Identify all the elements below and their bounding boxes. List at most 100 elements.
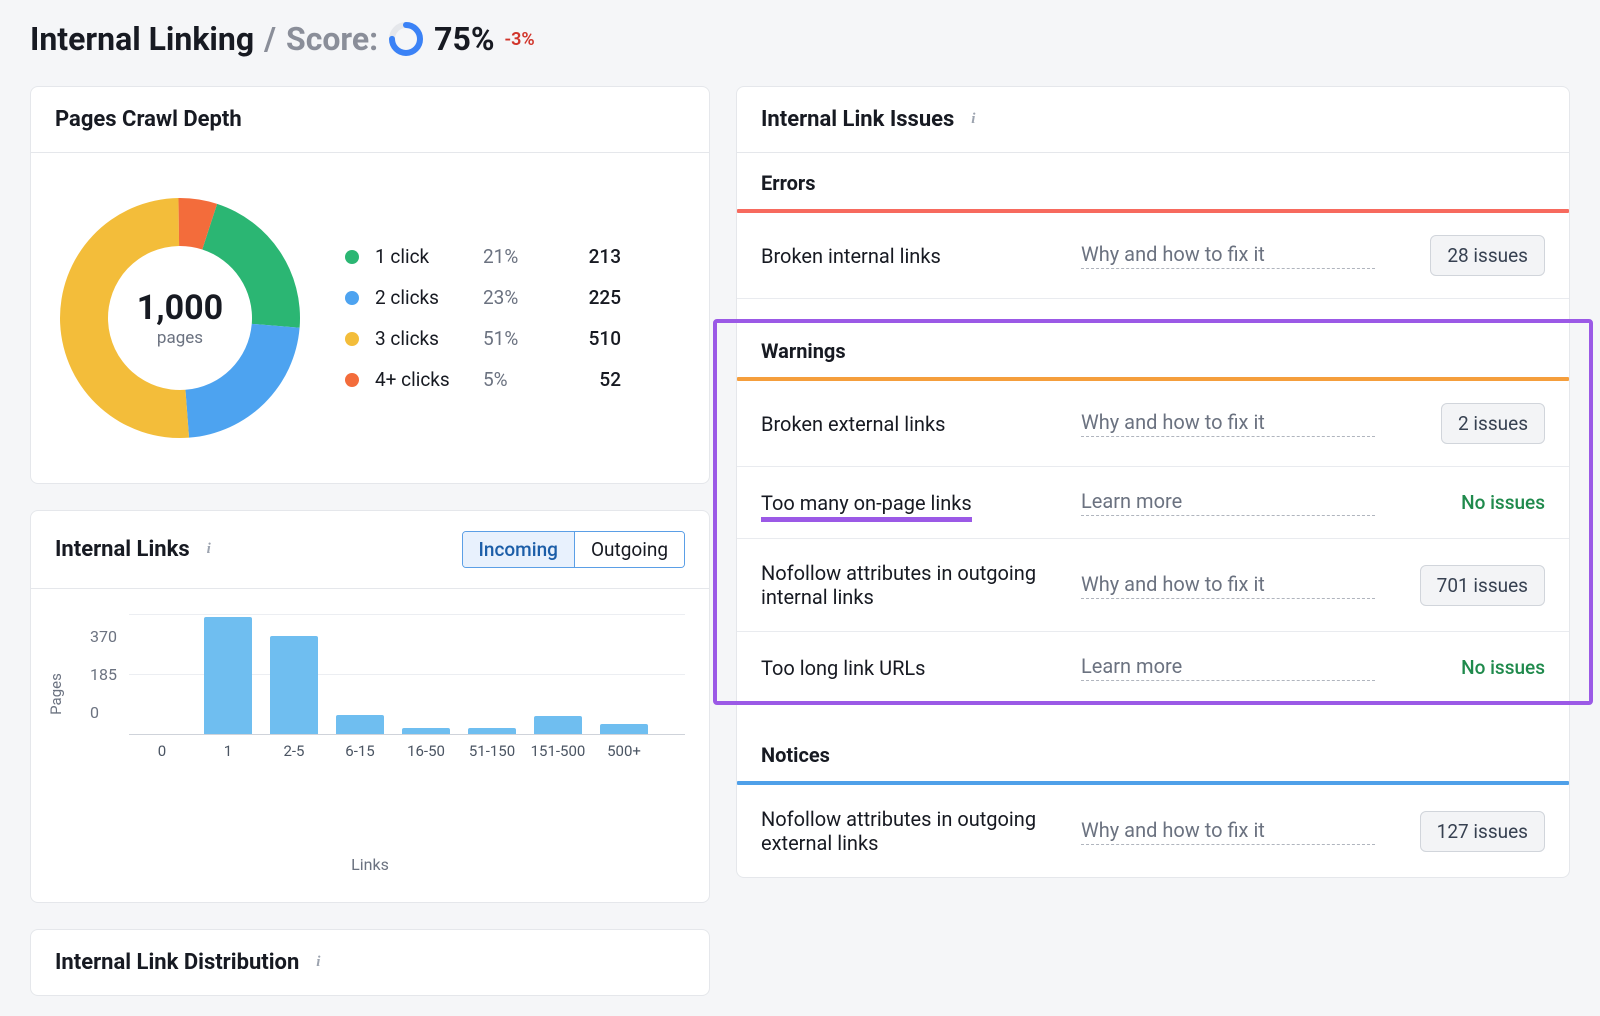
bar-col[interactable]: 6-15 — [327, 615, 393, 734]
bar-col[interactable]: 0 — [129, 615, 195, 734]
bar-col[interactable]: 2-5 — [261, 615, 327, 734]
legend-dot-icon — [345, 291, 359, 305]
page-title: Internal Linking — [30, 20, 254, 58]
issue-count-button[interactable]: 28 issues — [1430, 235, 1545, 276]
errors-section-title: Errors — [737, 153, 1569, 209]
y-tick: 0 — [90, 693, 117, 731]
issue-hint-link[interactable]: Why and how to fix it — [1081, 410, 1375, 437]
bar-col[interactable]: 1 — [195, 615, 261, 734]
legend-percent: 5% — [483, 368, 553, 391]
crawl-depth-legend: 1 click 21% 213 2 clicks 23% 225 3 click… — [345, 245, 621, 391]
legend-item[interactable]: 1 click 21% 213 — [345, 245, 621, 268]
title-divider: / — [264, 20, 276, 58]
issue-hint-link[interactable]: Learn more — [1081, 489, 1375, 516]
score-ring-icon — [388, 21, 424, 57]
donut-total-label: pages — [137, 328, 223, 348]
internal-links-card: Internal Links i Incoming Outgoing Pages… — [30, 510, 710, 903]
internal-link-distribution-card: Internal Link Distribution i — [30, 929, 710, 996]
issue-name[interactable]: Too long link URLs — [761, 656, 1061, 680]
bar-category-label: 500+ — [607, 742, 641, 760]
warnings-highlight-box: Warnings Broken external links Why and h… — [715, 321, 1591, 703]
bar — [402, 728, 450, 734]
y-tick: 185 — [90, 655, 117, 693]
issue-hint-link[interactable]: Why and how to fix it — [1081, 818, 1375, 845]
bar-col[interactable]: 51-150 — [459, 615, 525, 734]
legend-percent: 21% — [483, 245, 553, 268]
legend-label: 2 clicks — [375, 286, 475, 309]
no-issues-label: No issues — [1461, 656, 1545, 679]
internal-link-issues-card: Internal Link Issues i Errors Broken int… — [736, 86, 1570, 878]
issue-row: Nofollow attributes in outgoing external… — [737, 785, 1569, 877]
legend-count: 225 — [561, 286, 621, 309]
legend-count: 510 — [561, 327, 621, 350]
issue-row: Nofollow attributes in outgoing internal… — [737, 539, 1569, 632]
bar — [468, 728, 516, 734]
issue-hint-link[interactable]: Why and how to fix it — [1081, 572, 1375, 599]
tab-incoming[interactable]: Incoming — [463, 532, 574, 567]
info-icon[interactable]: i — [200, 541, 218, 559]
tab-outgoing[interactable]: Outgoing — [574, 532, 684, 567]
bar-col[interactable]: 16-50 — [393, 615, 459, 734]
issue-hint-link[interactable]: Why and how to fix it — [1081, 242, 1375, 269]
issue-count-button[interactable]: 127 issues — [1420, 811, 1545, 852]
issue-name[interactable]: Broken internal links — [761, 244, 1061, 268]
legend-label: 4+ clicks — [375, 368, 475, 391]
legend-dot-icon — [345, 250, 359, 264]
issue-name[interactable]: Nofollow attributes in outgoing external… — [761, 807, 1061, 855]
info-icon[interactable]: i — [309, 954, 327, 972]
legend-percent: 51% — [483, 327, 553, 350]
issue-name[interactable]: Broken external links — [761, 412, 1061, 436]
issue-row: Broken internal links Why and how to fix… — [737, 213, 1569, 299]
issues-title: Internal Link Issues — [761, 107, 954, 132]
legend-percent: 23% — [483, 286, 553, 309]
bar-category-label: 16-50 — [407, 742, 445, 760]
bar — [336, 715, 384, 734]
legend-dot-icon — [345, 373, 359, 387]
legend-dot-icon — [345, 332, 359, 346]
bar-category-label: 1 — [224, 742, 232, 760]
pages-crawl-depth-card: Pages Crawl Depth 1,000 pages 1 click 21… — [30, 86, 710, 484]
score-value: 75% — [434, 20, 494, 58]
bar-category-label: 151-500 — [531, 742, 586, 760]
warnings-section-title: Warnings — [737, 321, 1569, 377]
issue-row: Too long link URLs Learn more No issues — [737, 632, 1569, 703]
bar-category-label: 2-5 — [283, 742, 304, 760]
issue-row: Too many on-page links Learn more No iss… — [737, 467, 1569, 539]
no-issues-label: No issues — [1461, 491, 1545, 514]
issue-count-button[interactable]: 701 issues — [1420, 565, 1545, 606]
info-icon[interactable]: i — [964, 111, 982, 129]
internal-links-bar-chart: Pages 3701850 012-56-1516-5051-150151-50… — [55, 615, 685, 815]
notices-section-title: Notices — [737, 725, 1569, 781]
legend-count: 213 — [561, 245, 621, 268]
donut-total: 1,000 — [137, 288, 223, 328]
bar — [270, 636, 318, 734]
score-label: Score: — [286, 20, 378, 58]
internal-links-tabs: Incoming Outgoing — [462, 531, 685, 568]
barchart-ylabel: Pages — [47, 673, 65, 715]
legend-item[interactable]: 4+ clicks 5% 52 — [345, 368, 621, 391]
internal-links-title: Internal Links — [55, 537, 190, 562]
legend-item[interactable]: 2 clicks 23% 225 — [345, 286, 621, 309]
legend-label: 1 click — [375, 245, 475, 268]
crawl-depth-title: Pages Crawl Depth — [55, 107, 242, 132]
bar-col[interactable]: 500+ — [591, 615, 657, 734]
bar — [534, 716, 582, 734]
issue-name[interactable]: Too many on-page links — [761, 491, 1061, 515]
bar-col[interactable]: 151-500 — [525, 615, 591, 734]
page-header: Internal Linking / Score: 75% -3% — [30, 20, 1570, 58]
barchart-xlabel: Links — [55, 855, 685, 874]
score-delta: -3% — [505, 29, 535, 50]
bar-category-label: 51-150 — [469, 742, 515, 760]
legend-item[interactable]: 3 clicks 51% 510 — [345, 327, 621, 350]
bar-category-label: 0 — [158, 742, 166, 760]
bar-category-label: 6-15 — [345, 742, 374, 760]
link-distribution-title: Internal Link Distribution — [55, 950, 299, 975]
issue-name[interactable]: Nofollow attributes in outgoing internal… — [761, 561, 1061, 609]
issue-row: Broken external links Why and how to fix… — [737, 381, 1569, 467]
legend-label: 3 clicks — [375, 327, 475, 350]
issue-count-button[interactable]: 2 issues — [1441, 403, 1545, 444]
y-tick: 370 — [90, 617, 117, 655]
legend-count: 52 — [561, 368, 621, 391]
issue-hint-link[interactable]: Learn more — [1081, 654, 1375, 681]
crawl-depth-donut-chart: 1,000 pages — [55, 193, 305, 443]
